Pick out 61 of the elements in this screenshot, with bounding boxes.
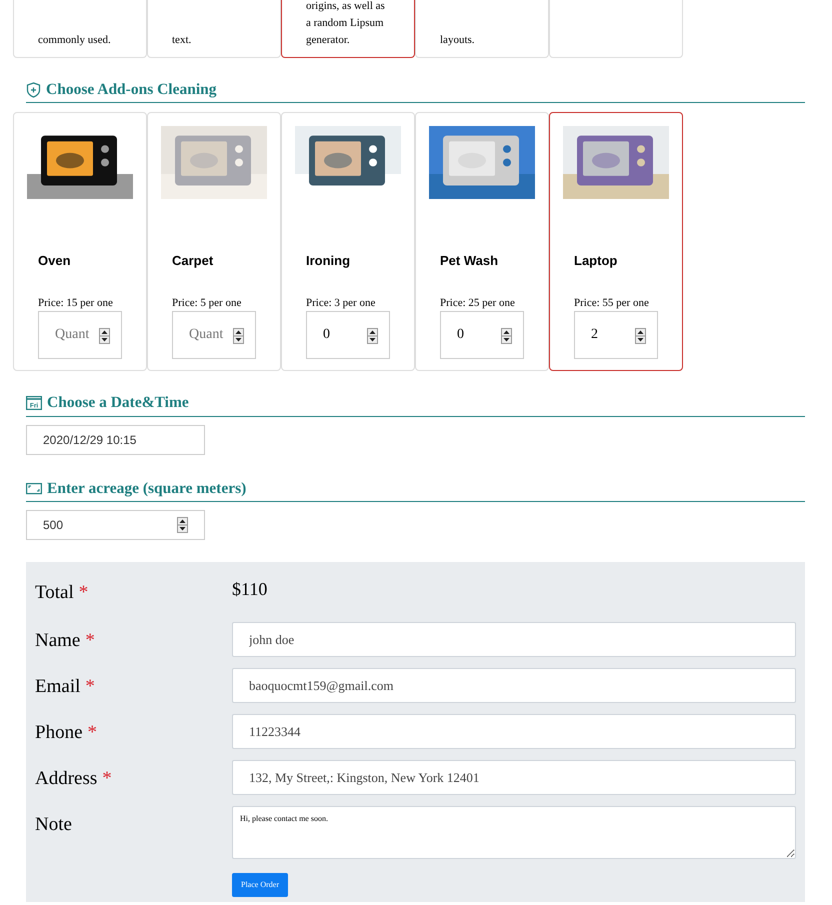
card-text: layouts. xyxy=(440,33,475,48)
spinner-icon[interactable] xyxy=(367,328,378,344)
addon-card[interactable]: Oven Price: 15 per one Quant xyxy=(13,112,147,372)
addon-name: Pet Wash xyxy=(440,252,498,270)
addon-card[interactable]: Carpet Price: 5 per one Quant xyxy=(147,112,281,372)
quantity-field[interactable]: 2 xyxy=(574,311,658,360)
required-mark: * xyxy=(88,721,97,746)
addon-card[interactable]: Pet Wash Price: 25 per one 0 xyxy=(415,112,549,372)
place-order-button[interactable]: Place Order xyxy=(232,873,288,898)
addon-name: Laptop xyxy=(574,252,618,270)
quantity-field[interactable]: 0 xyxy=(306,311,390,360)
addon-name: Carpet xyxy=(172,252,214,270)
quantity-field[interactable]: 0 xyxy=(440,311,524,360)
addon-name: Ironing xyxy=(306,252,350,270)
total-amount: $110 xyxy=(232,578,268,601)
field-label: Name xyxy=(35,629,80,654)
section-title: Enter acreage (square meters) xyxy=(47,478,246,498)
section-title: Choose Add-ons Cleaning xyxy=(46,80,217,100)
required-mark: * xyxy=(102,767,112,792)
card-text: commonly used. xyxy=(38,33,111,48)
field-label: Total xyxy=(35,580,74,605)
price-text: Price: 25 per one xyxy=(440,296,515,311)
text-field[interactable]: john doe xyxy=(232,622,796,658)
area-icon xyxy=(26,482,42,495)
section-title: Choose a Date&Time xyxy=(47,393,189,414)
addon-card[interactable]: Laptop Price: 55 per one 2 xyxy=(549,112,683,372)
text-field[interactable]: baoquocmt159@gmail.com xyxy=(232,668,796,704)
card-text: origins, as well as xyxy=(306,0,385,14)
field-label: Email xyxy=(35,675,80,700)
card-text: text. xyxy=(172,33,192,48)
price-text: Price: 3 per one xyxy=(306,296,376,311)
service-card[interactable]: layouts. xyxy=(415,0,549,58)
text-field[interactable]: 11223344 xyxy=(232,714,796,750)
addon-name: Oven xyxy=(38,252,71,270)
price-text: Price: 5 per one xyxy=(172,296,242,311)
quantity-field[interactable]: Quant xyxy=(172,311,256,360)
service-card[interactable]: commonly used. xyxy=(13,0,147,58)
spinner-icon[interactable] xyxy=(99,328,110,344)
acreage-field[interactable]: 500 xyxy=(26,510,205,540)
spinner-icon[interactable] xyxy=(501,328,512,344)
spinner-icon[interactable] xyxy=(635,328,646,344)
date-time-field[interactable]: 2020/12/29 10:15 xyxy=(26,424,205,454)
field-label: Phone xyxy=(35,721,82,746)
service-card[interactable]: text. xyxy=(147,0,281,58)
field-label: Note xyxy=(35,813,72,838)
shield-plus-icon xyxy=(26,82,41,98)
required-mark: * xyxy=(85,675,95,700)
note-field[interactable]: Hi, please contact me soon. xyxy=(232,806,796,860)
text-field[interactable]: 132, My Street,: Kingston, New York 12401 xyxy=(232,760,796,796)
price-text: Price: 55 per one xyxy=(574,296,649,311)
spinner-icon[interactable] xyxy=(177,516,188,533)
service-card[interactable]: origins, as well as a random Lipsum generator. xyxy=(281,0,415,58)
spinner-icon[interactable] xyxy=(233,328,244,344)
price-text: Price: 15 per one xyxy=(38,296,113,311)
card-text: a random Lipsum xyxy=(306,16,384,31)
field-label: Address xyxy=(35,767,98,792)
addon-card[interactable]: Ironing Price: 3 per one 0 xyxy=(281,112,415,372)
required-mark: * xyxy=(85,629,95,654)
quantity-field[interactable]: Quant xyxy=(38,311,122,360)
required-mark: * xyxy=(78,580,88,605)
card-text: generator. xyxy=(306,33,350,48)
